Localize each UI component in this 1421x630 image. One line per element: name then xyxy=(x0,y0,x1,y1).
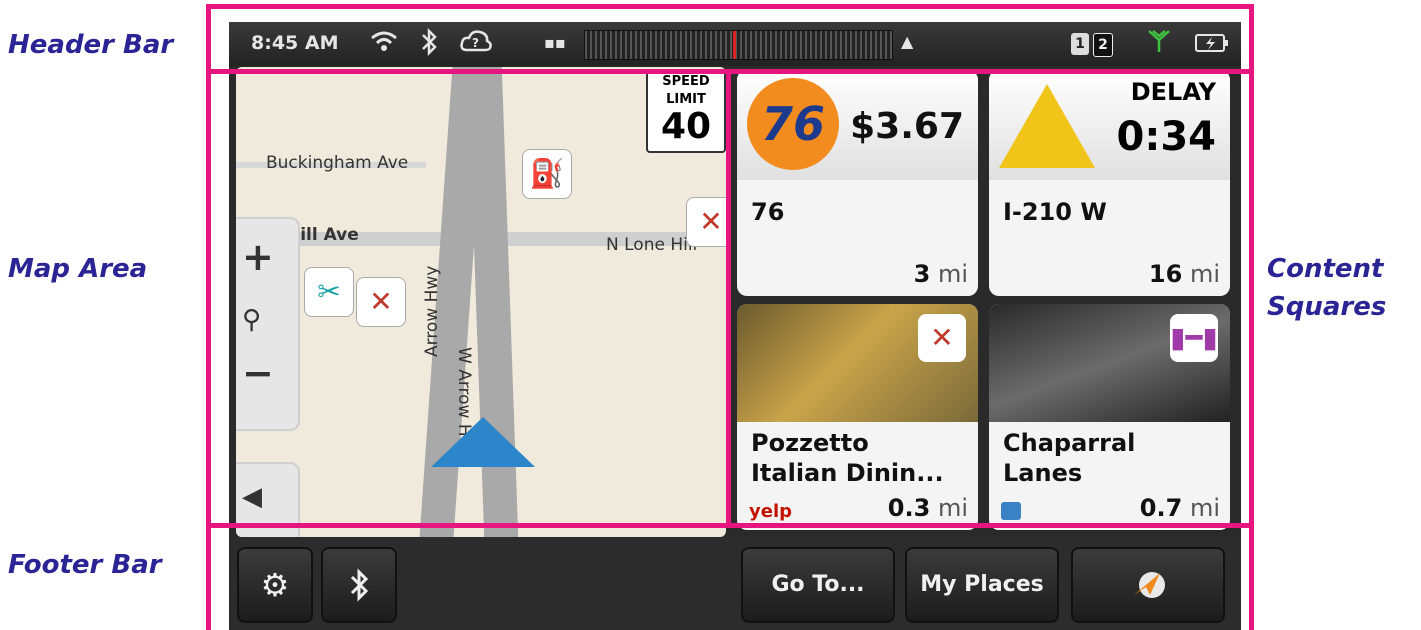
delay-label: DELAY xyxy=(1130,78,1216,106)
zoom-in-icon[interactable]: + xyxy=(242,235,274,279)
callout-content-line1: Content xyxy=(1267,254,1384,284)
battery-icon xyxy=(1195,32,1229,60)
tile-bowling[interactable]: ▮━▮ Chaparral Lanes 0.7 mi xyxy=(989,304,1230,530)
restaurant-pin-icon-2[interactable]: ✕ xyxy=(356,277,406,327)
delay-value: 0:34 xyxy=(1116,114,1217,160)
bowling-distance: 0.7 mi xyxy=(1139,494,1220,522)
checkin-source-icon xyxy=(1001,502,1021,520)
bluetooth-icon xyxy=(419,27,439,62)
restaurant-distance: 0.3 mi xyxy=(887,494,968,522)
gear-icon: ⚙ xyxy=(260,566,290,604)
gas-station-pin-icon[interactable]: ⛽ xyxy=(522,149,572,199)
tile-traffic-delay[interactable]: DELAY 0:34 I-210 W 16 mi xyxy=(989,70,1230,296)
traffic-warning-icon xyxy=(999,84,1095,168)
zoom-control: + ⚲ − xyxy=(236,217,300,431)
footer-bar: ⚙ Go To... My Places xyxy=(229,537,1241,630)
salon-pin-icon[interactable]: ✂ xyxy=(304,267,354,317)
search-icon[interactable]: ⚲ xyxy=(242,305,261,335)
callout-content-line2: Squares xyxy=(1267,292,1387,322)
settings-button[interactable]: ⚙ xyxy=(237,547,313,623)
mute-icon[interactable]: ◀ xyxy=(242,482,262,512)
wifi-icon xyxy=(369,28,399,60)
callout-footer-bar: Footer Bar xyxy=(8,550,162,580)
callout-header-bar: Header Bar xyxy=(8,30,174,60)
restaurant-name: Pozzetto Italian Dinin... xyxy=(751,429,944,487)
bluetooth-button[interactable] xyxy=(321,547,397,623)
tile-restaurant[interactable]: ✕ Pozzetto Italian Dinin... yelp 0.3 mi xyxy=(737,304,978,530)
street-label-buckingham: Buckingham Ave xyxy=(266,153,409,173)
clock: 8:45 AM xyxy=(251,32,339,54)
ticker-marker xyxy=(733,31,736,59)
restaurant-pin-icon-1[interactable]: ✕ xyxy=(686,197,726,247)
mute-control: ◀ xyxy=(236,462,300,537)
device-screen: 8:45 AM ? ▪▪ ▲ 1 2 Buckingham Ave Hill A… xyxy=(229,22,1241,630)
fitness-category-icon: ▮━▮ xyxy=(1170,314,1218,362)
goto-button[interactable]: Go To... xyxy=(741,547,895,623)
compass-arrow-icon xyxy=(1128,572,1168,598)
zoom-out-icon[interactable]: − xyxy=(242,351,274,395)
street-label-arrow-hwy: Arrow Hwy xyxy=(422,265,442,357)
gas-distance: 3 mi xyxy=(913,260,968,288)
bowling-name: Chaparral Lanes xyxy=(1003,429,1136,487)
speed-limit-sign: SPEED LIMIT 40 xyxy=(646,69,726,153)
page-indicator-1[interactable]: 1 xyxy=(1071,33,1089,55)
bluetooth-footer-icon xyxy=(348,568,370,602)
speed-limit-value: 40 xyxy=(660,106,712,147)
my-places-button[interactable]: My Places xyxy=(905,547,1059,623)
map-area[interactable]: Buckingham Ave Hill Ave N Lone Hill W Ar… xyxy=(236,67,726,537)
grid-icon: ▪▪ xyxy=(544,33,566,52)
yelp-logo: yelp xyxy=(749,501,792,522)
speed-limit-text-2: LIMIT xyxy=(666,92,706,107)
navigation-button[interactable] xyxy=(1071,547,1225,623)
traffic-distance: 16 mi xyxy=(1148,260,1220,288)
svg-text:?: ? xyxy=(472,36,479,50)
signal-icon xyxy=(1147,28,1171,60)
gas-brand-logo: 76 xyxy=(747,78,839,170)
gas-price: $3.67 xyxy=(850,106,964,147)
cloud-help-icon: ? xyxy=(459,28,493,60)
ticker-bar xyxy=(584,30,893,60)
page-indicator-2[interactable]: 2 xyxy=(1093,33,1113,57)
header-bar: 8:45 AM ? ▪▪ ▲ 1 2 xyxy=(229,22,1241,66)
speed-limit-text-1: SPEED xyxy=(662,74,710,89)
restaurant-category-icon: ✕ xyxy=(918,314,966,362)
current-location-arrow-icon xyxy=(431,417,535,467)
street-label-lone-hill: N Lone Hill xyxy=(606,235,698,255)
callout-map-area: Map Area xyxy=(8,254,148,284)
up-arrow-icon: ▲ xyxy=(901,32,914,51)
tile-gas-station[interactable]: 76 $3.67 76 3 mi xyxy=(737,70,978,296)
route-name: I-210 W xyxy=(1003,198,1107,226)
gas-station-name: 76 xyxy=(751,198,785,226)
